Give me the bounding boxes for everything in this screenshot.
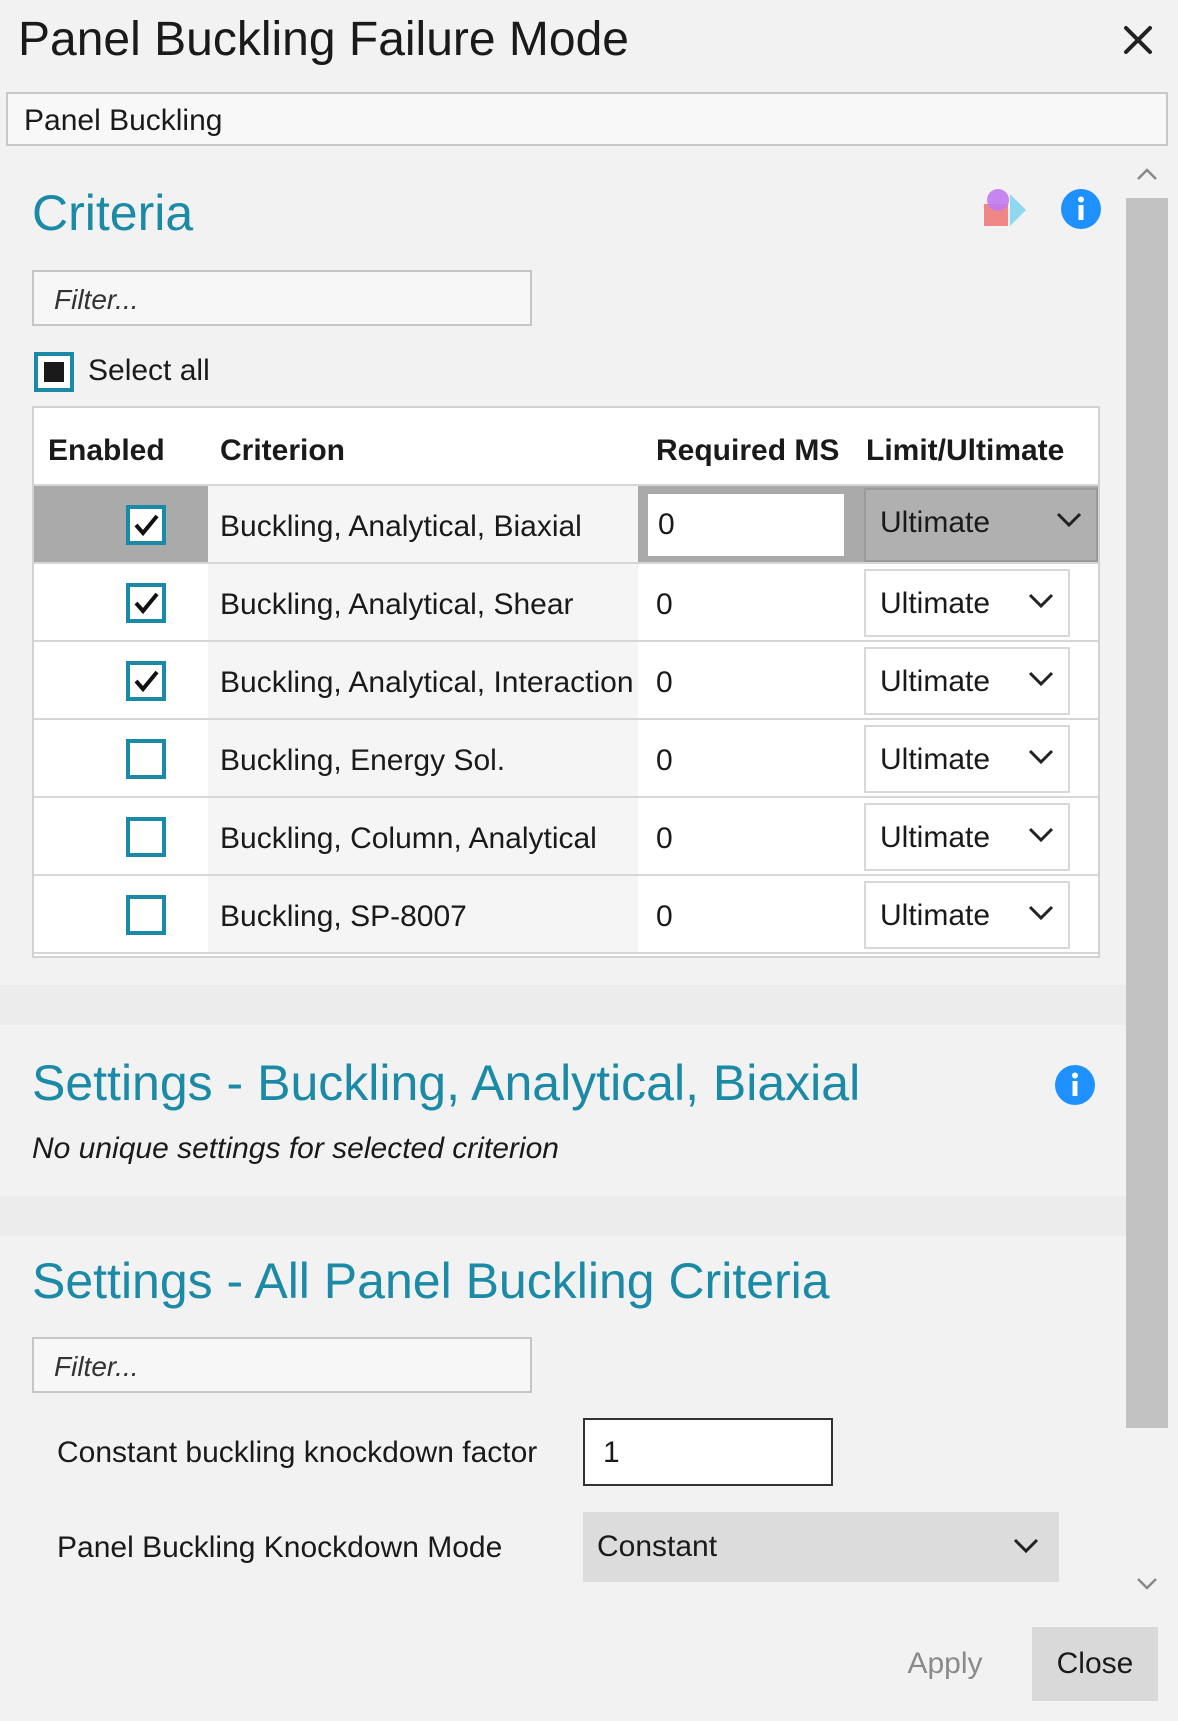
chevron-down-icon xyxy=(1028,749,1054,765)
chevron-down-icon xyxy=(1028,827,1054,843)
settings-filter-input[interactable]: Filter... xyxy=(32,1337,532,1393)
close-window-button[interactable] xyxy=(1118,20,1158,60)
criteria-info-button[interactable] xyxy=(1060,188,1102,230)
table-row[interactable]: Buckling, Analytical, Biaxial 0 Ultimate xyxy=(34,486,1098,564)
apply-button[interactable]: Apply xyxy=(880,1627,1010,1701)
table-row[interactable]: Buckling, Column, Analytical 0 Ultimate xyxy=(34,798,1098,876)
criterion-name: Buckling, Energy Sol. xyxy=(208,720,638,796)
criteria-heading: Criteria xyxy=(32,185,194,241)
checkmark-icon xyxy=(134,670,159,693)
shapes-icon[interactable] xyxy=(980,186,1032,232)
required-ms-value[interactable]: 0 xyxy=(638,642,848,718)
knockdown-factor-label: Constant buckling knockdown factor xyxy=(57,1436,538,1469)
criterion-name: Buckling, Analytical, Biaxial xyxy=(208,486,638,562)
criterion-name: Buckling, Analytical, Interaction xyxy=(208,642,638,718)
vertical-scrollbar[interactable] xyxy=(1126,160,1168,1610)
enabled-checkbox[interactable] xyxy=(126,817,166,857)
settings-selected-heading: Settings - Buckling, Analytical, Biaxial xyxy=(32,1055,861,1111)
criteria-table: Enabled Criterion Required MS Limit/Ulti… xyxy=(32,406,1100,958)
chevron-down-icon xyxy=(1028,671,1054,687)
column-header-enabled[interactable]: Enabled xyxy=(48,434,165,468)
checkmark-icon xyxy=(134,592,159,615)
required-ms-value[interactable]: 0 xyxy=(638,798,848,874)
enabled-checkbox[interactable] xyxy=(126,505,166,545)
settings-info-button[interactable] xyxy=(1054,1064,1096,1106)
close-icon xyxy=(1124,26,1152,54)
required-ms-value[interactable]: 0 xyxy=(638,564,848,640)
enabled-checkbox[interactable] xyxy=(126,739,166,779)
dropdown-value: Ultimate xyxy=(880,899,991,932)
dropdown-value: Ultimate xyxy=(880,821,991,854)
section-divider xyxy=(0,985,1126,1025)
criterion-name: Buckling, Analytical, Shear xyxy=(208,564,638,640)
scrollbar-thumb[interactable] xyxy=(1126,198,1168,1428)
chevron-down-icon xyxy=(1028,593,1054,609)
required-ms-value[interactable]: 0 xyxy=(638,876,848,952)
no-settings-message: No unique settings for selected criterio… xyxy=(32,1132,559,1165)
chevron-down-icon xyxy=(1056,512,1082,528)
dropdown-value: Ultimate xyxy=(880,587,991,620)
failure-mode-name-field[interactable]: Panel Buckling xyxy=(6,92,1168,146)
enabled-checkbox[interactable] xyxy=(126,583,166,623)
table-row[interactable]: Buckling, SP-8007 0 Ultimate xyxy=(34,876,1098,954)
knockdown-mode-label: Panel Buckling Knockdown Mode xyxy=(57,1531,503,1564)
column-header-limit-ultimate[interactable]: Limit/Ultimate xyxy=(866,434,1064,468)
close-button[interactable]: Close xyxy=(1032,1627,1158,1701)
select-all-label: Select all xyxy=(88,354,210,387)
section-divider xyxy=(0,1196,1126,1236)
limit-ultimate-dropdown[interactable]: Ultimate xyxy=(864,569,1070,637)
criterion-name: Buckling, SP-8007 xyxy=(208,876,638,952)
column-header-criterion[interactable]: Criterion xyxy=(220,434,345,468)
table-row[interactable]: Buckling, Analytical, Shear 0 Ultimate xyxy=(34,564,1098,642)
knockdown-factor-input[interactable]: 1 xyxy=(583,1418,833,1486)
enabled-checkbox[interactable] xyxy=(126,661,166,701)
dropdown-value: Ultimate xyxy=(880,743,991,776)
criteria-filter-input[interactable]: Filter... xyxy=(32,270,532,326)
limit-ultimate-dropdown[interactable]: Ultimate xyxy=(864,881,1070,949)
dropdown-value: Constant xyxy=(597,1530,718,1563)
limit-ultimate-dropdown[interactable]: Ultimate xyxy=(864,725,1070,793)
enabled-checkbox[interactable] xyxy=(126,895,166,935)
limit-ultimate-dropdown[interactable]: Ultimate xyxy=(864,647,1070,715)
limit-ultimate-dropdown[interactable]: Ultimate xyxy=(864,803,1070,871)
chevron-down-icon xyxy=(1013,1538,1039,1554)
column-header-required-ms[interactable]: Required MS xyxy=(656,434,839,468)
info-icon xyxy=(1061,189,1101,229)
required-ms-value[interactable]: 0 xyxy=(638,720,848,796)
table-row[interactable]: Buckling, Energy Sol. 0 Ultimate xyxy=(34,720,1098,798)
settings-all-heading: Settings - All Panel Buckling Criteria xyxy=(32,1253,830,1309)
dropdown-value: Ultimate xyxy=(880,506,991,539)
chevron-down-icon xyxy=(1028,905,1054,921)
checkmark-icon xyxy=(134,514,159,537)
criterion-name: Buckling, Column, Analytical xyxy=(208,798,638,874)
chevron-up-icon[interactable] xyxy=(1136,166,1158,182)
limit-ultimate-dropdown[interactable]: Ultimate xyxy=(864,488,1098,562)
dropdown-value: Ultimate xyxy=(880,665,991,698)
dialog-title: Panel Buckling Failure Mode xyxy=(18,13,629,66)
table-row[interactable]: Buckling, Analytical, Interaction 0 Ulti… xyxy=(34,642,1098,720)
required-ms-input[interactable]: 0 xyxy=(648,494,844,556)
select-all-checkbox[interactable] xyxy=(34,352,74,392)
knockdown-mode-dropdown[interactable]: Constant xyxy=(583,1512,1059,1582)
info-icon xyxy=(1055,1065,1095,1105)
chevron-down-icon[interactable] xyxy=(1136,1576,1158,1592)
